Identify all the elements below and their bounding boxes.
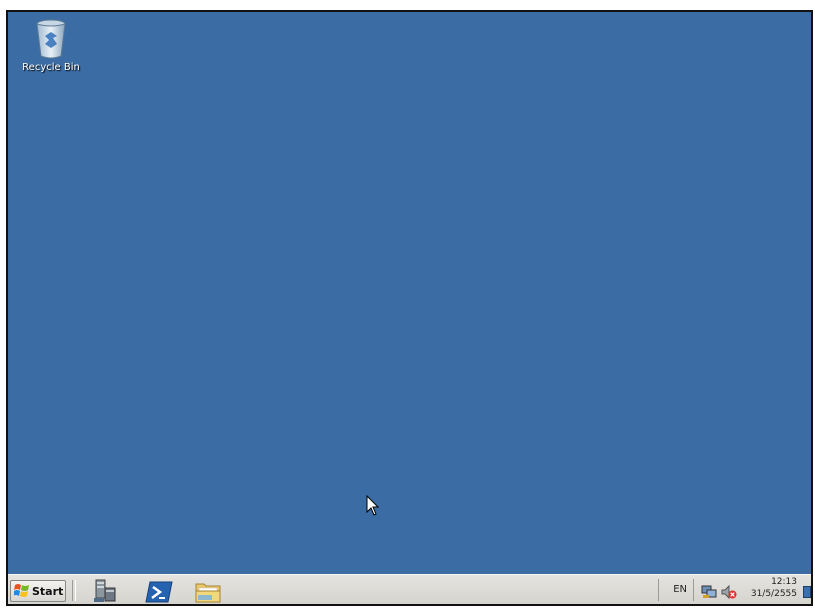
- file-explorer-button[interactable]: [194, 578, 224, 604]
- tray-separator: [693, 579, 694, 601]
- server-manager-icon: [90, 579, 120, 604]
- file-explorer-icon: [194, 583, 224, 604]
- recycle-bin-icon: [33, 16, 69, 60]
- mouse-cursor-icon: [366, 494, 380, 517]
- network-icon[interactable]: [701, 584, 717, 600]
- powershell-icon: [144, 581, 174, 604]
- windows-logo-icon: [13, 582, 30, 601]
- clock-time: 12:13: [771, 577, 797, 587]
- show-desktop-button[interactable]: [803, 586, 811, 598]
- clock-date: 31/5/2555: [750, 589, 797, 599]
- language-indicator[interactable]: EN: [673, 584, 687, 595]
- desktop[interactable]: Recycle Bin Start EN 12:13 31/5/2555: [6, 10, 813, 606]
- taskbar-clock[interactable]: 12:13 31/5/2555: [751, 576, 797, 600]
- start-label: Start: [32, 584, 64, 598]
- desktop-icon-recycle-bin[interactable]: Recycle Bin: [16, 16, 86, 73]
- tray-separator: [658, 579, 659, 601]
- desktop-icon-label: Recycle Bin: [22, 62, 80, 73]
- volume-muted-icon[interactable]: [721, 584, 737, 600]
- powershell-button[interactable]: [144, 578, 174, 604]
- taskbar-separator: [72, 580, 76, 601]
- taskbar: Start EN 12:13 31/5/2555: [8, 574, 811, 604]
- start-button[interactable]: Start: [10, 580, 66, 602]
- server-manager-button[interactable]: [90, 578, 120, 604]
